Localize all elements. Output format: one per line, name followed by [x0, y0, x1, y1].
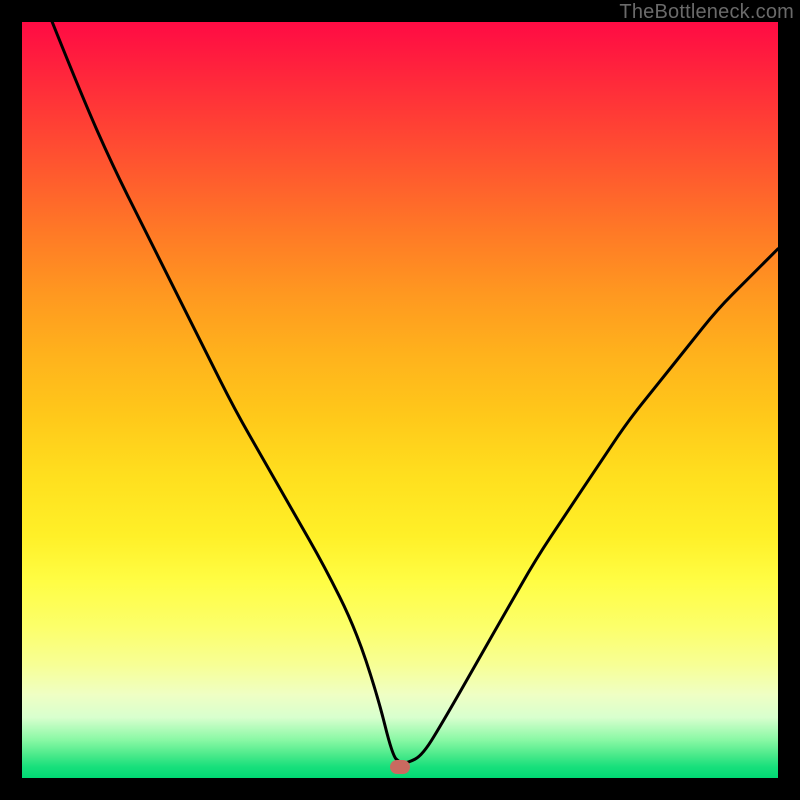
optimal-point-marker — [390, 760, 410, 774]
plot-area — [22, 22, 778, 778]
watermark-text: TheBottleneck.com — [619, 1, 794, 24]
bottleneck-curve — [52, 22, 778, 763]
curve-layer — [22, 22, 778, 778]
chart-frame: TheBottleneck.com — [0, 0, 800, 800]
